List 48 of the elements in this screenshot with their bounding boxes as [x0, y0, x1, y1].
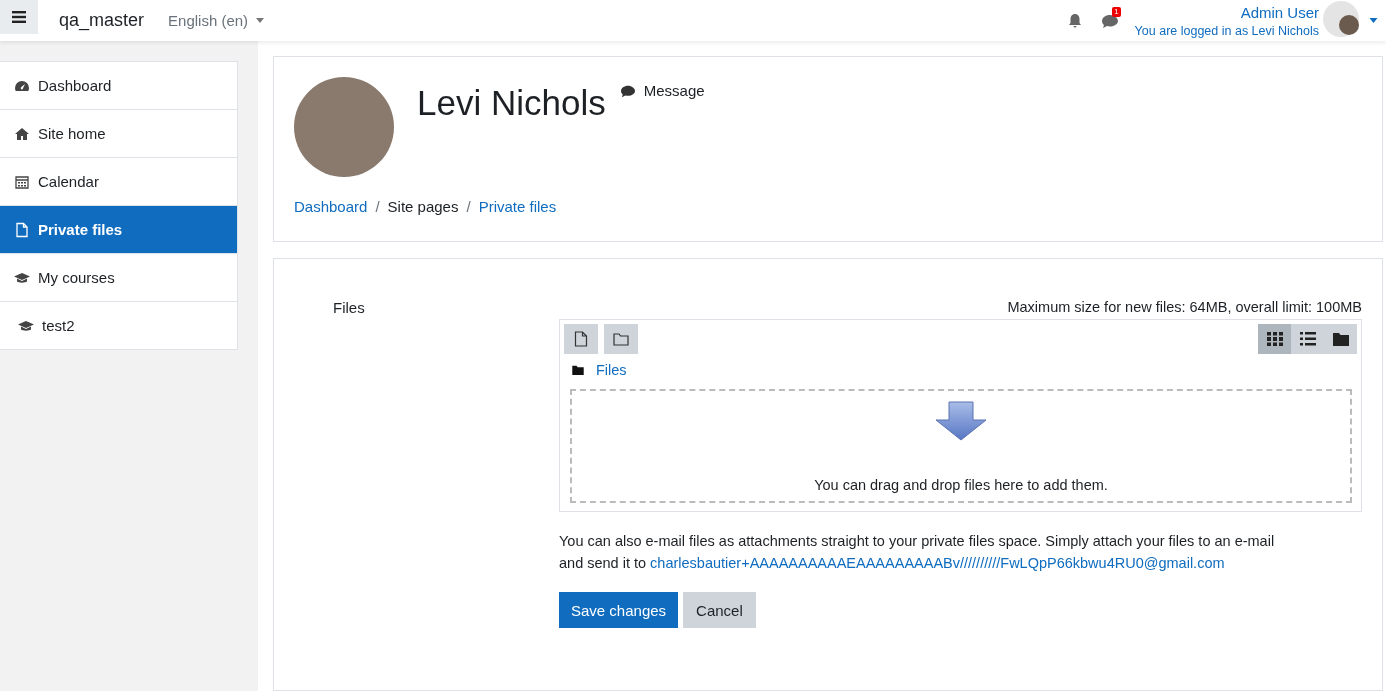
- list-view-button[interactable]: [1291, 324, 1324, 354]
- nav-item[interactable]: My courses: [0, 254, 237, 302]
- chat-icon[interactable]: [1100, 12, 1119, 29]
- folder-icon: [613, 332, 629, 346]
- field-label: Files: [332, 299, 366, 318]
- save-button[interactable]: Save changes: [559, 592, 679, 628]
- breadcrumb-link[interactable]: Private files: [478, 198, 557, 215]
- nav-item[interactable]: Site home: [0, 110, 237, 158]
- login-note: You are logged in as Levi Nichols: [1134, 23, 1319, 38]
- notification-badge: 1: [1112, 6, 1121, 17]
- bell-icon[interactable]: [1066, 12, 1083, 29]
- site-name[interactable]: qa_master: [59, 10, 145, 31]
- profile-name: Levi Nichols: [417, 83, 606, 123]
- folder-icon: [1332, 332, 1349, 346]
- grid-view-button[interactable]: [1258, 324, 1291, 354]
- home-icon: [14, 125, 30, 142]
- breadcrumb-separator: /: [375, 198, 380, 215]
- caret-icon: [256, 18, 265, 23]
- language-menu[interactable]: English (en): [168, 12, 265, 29]
- file-icon: [574, 331, 588, 347]
- breadcrumb-item: Site pages: [387, 198, 459, 215]
- calendar-icon: [14, 173, 30, 190]
- folder-icon: [572, 365, 584, 375]
- list-icon: [1299, 332, 1316, 346]
- menu-icon: [12, 11, 26, 23]
- nav-item[interactable]: test2: [0, 302, 237, 349]
- file-limits: Maximum size for new files: 64MB, overall limit: 100MB: [1007, 299, 1362, 315]
- nav-item[interactable]: Dashboard: [0, 62, 237, 110]
- nav-item[interactable]: Private files: [0, 206, 237, 254]
- down-arrow-icon: [935, 401, 987, 441]
- caret-icon[interactable]: [1369, 18, 1378, 23]
- add-file-button[interactable]: [564, 324, 598, 354]
- drop-zone[interactable]: You can drag and drop files here to add them.: [570, 389, 1352, 503]
- drop-hint: You can drag and drop files here to add them.: [814, 477, 1108, 493]
- folder-path-link[interactable]: Files: [596, 362, 627, 378]
- cancel-button[interactable]: Cancel: [683, 592, 756, 628]
- create-folder-button[interactable]: [604, 324, 638, 354]
- menu-button[interactable]: [0, 0, 38, 34]
- user-name[interactable]: Admin User: [1240, 3, 1319, 21]
- grid-icon: [1266, 332, 1283, 346]
- message-link[interactable]: Message: [619, 82, 705, 99]
- speech-bubble-icon: [619, 83, 636, 98]
- breadcrumb-link[interactable]: Dashboard: [294, 198, 368, 215]
- email-note: You can also e-mail files as attachments straight to your private files space. Simply attach your files to an e-mail and send it to charlesbautier+AAAAAAAAAAEAAAAAAAAABv//////////FwLQpP66kbwu4RU0@gmail.com: [559, 532, 1276, 573]
- file-icon: [14, 221, 30, 238]
- tree-view-button[interactable]: [1324, 324, 1357, 354]
- email-link[interactable]: charlesbautier+AAAAAAAAAAEAAAAAAAAABv//////////FwLQpP66kbwu4RU0@gmail.com: [650, 555, 1225, 571]
- breadcrumb-separator: /: [466, 198, 471, 215]
